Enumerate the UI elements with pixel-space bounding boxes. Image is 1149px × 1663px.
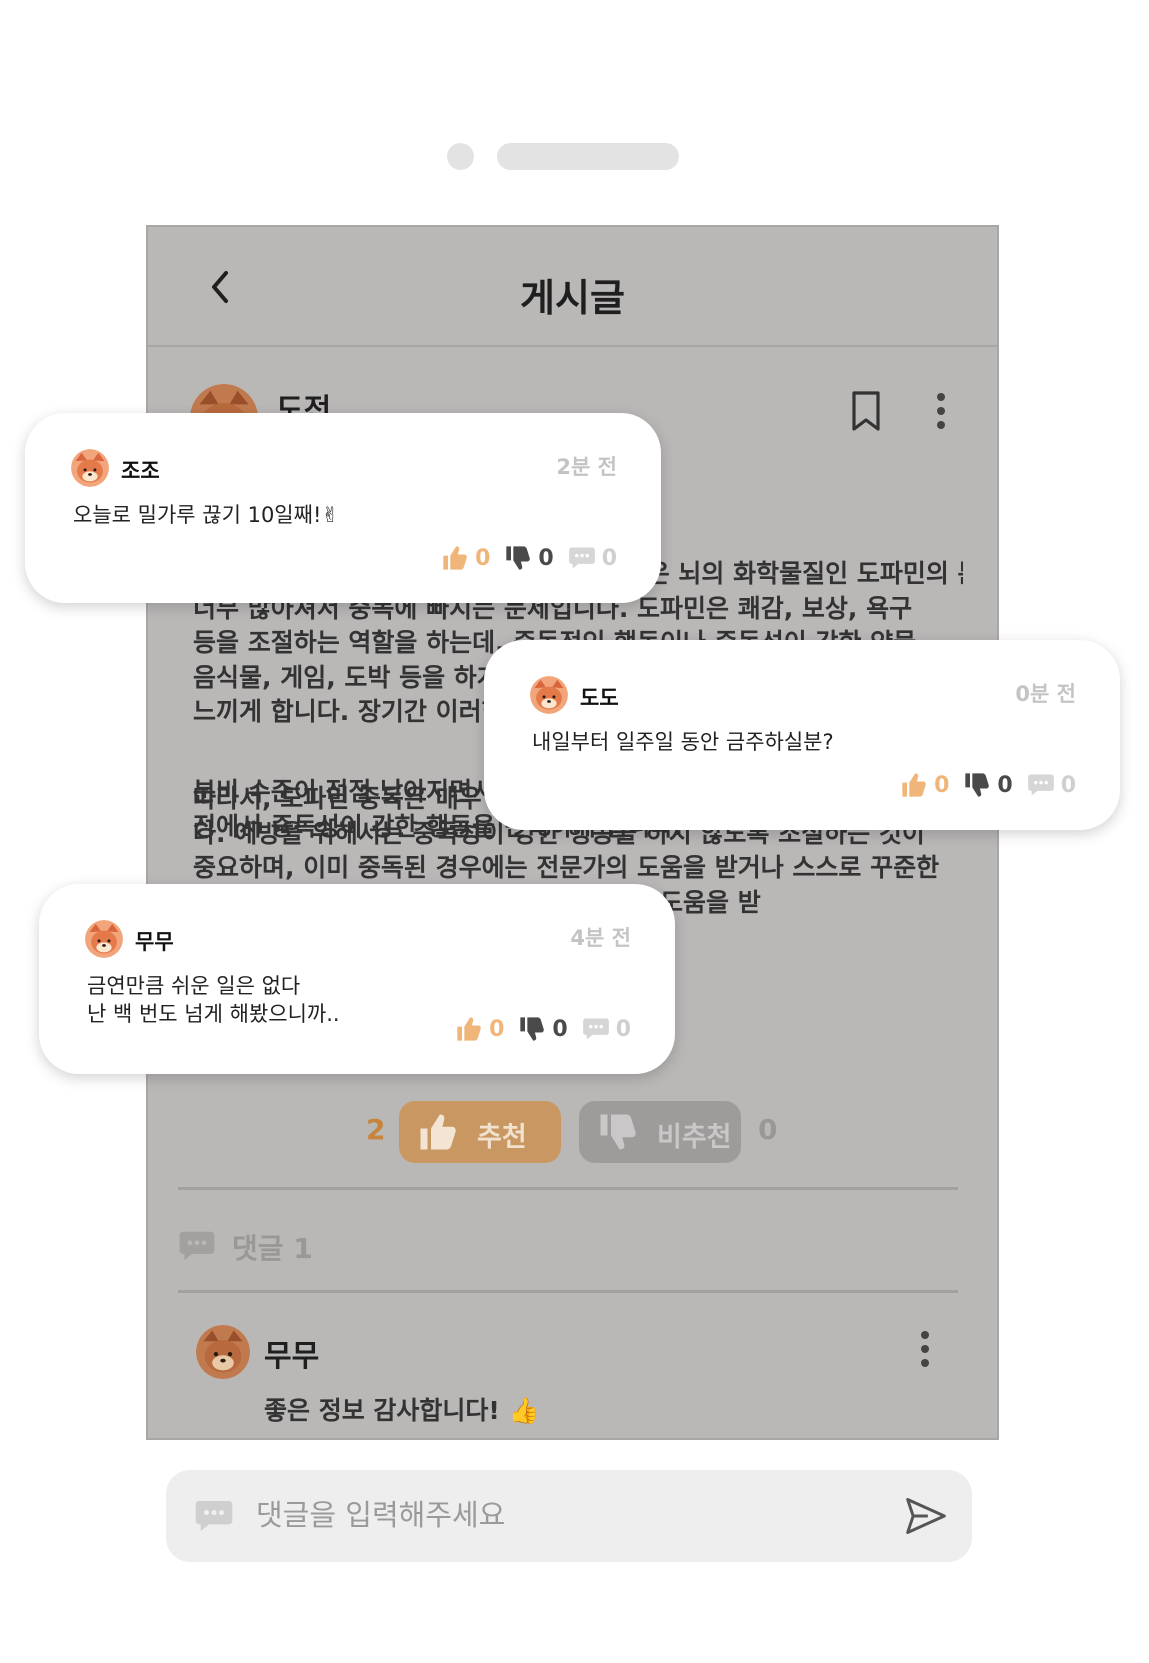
card-like-button[interactable]: 0 [455, 1015, 504, 1043]
send-icon[interactable] [904, 1494, 948, 1538]
page-title: 게시글 [520, 276, 625, 320]
card-text: 오늘로 밀가루 끊기 10일째!✌ [73, 503, 339, 527]
card-dislike-count: 0 [552, 1016, 568, 1042]
card-avatar [71, 449, 109, 487]
card-dislike-count: 0 [997, 772, 1013, 798]
thumbs-up-icon [443, 546, 467, 570]
recommend-button[interactable]: 추천 [399, 1101, 561, 1163]
card-like-button[interactable]: 0 [900, 771, 949, 799]
card-text: 금연만큼 쉬운 일은 없다 난 백 번도 넘게 해봤으니까.. [87, 974, 340, 1026]
thumbs-up-icon [902, 773, 926, 797]
card-actions: 0 0 0 [886, 770, 1076, 800]
comment-card[interactable]: 무무 4분 전 금연만큼 쉬운 일은 없다 난 백 번도 넘게 해봤으니까.. … [39, 884, 675, 1074]
thumbs-up-icon [420, 1114, 456, 1150]
card-reply-count: 0 [601, 545, 617, 571]
card-like-button[interactable]: 0 [441, 544, 490, 572]
card-reply-button[interactable]: 0 [582, 1015, 631, 1043]
like-count: 2 [366, 1113, 386, 1146]
speaker-bar [497, 143, 679, 170]
card-time: 2분 전 [556, 455, 617, 479]
commenter-avatar [196, 1325, 250, 1379]
commenter-name[interactable]: 무무 [264, 1331, 319, 1375]
top-bar: 게시글 [148, 227, 997, 347]
comment-input-bar [166, 1470, 972, 1562]
divider [178, 1187, 958, 1190]
comment-card[interactable]: 도도 0분 전 내일부터 일주일 동안 금주하실분? 0 0 0 [484, 640, 1120, 830]
body-line: 중요하며, 이미 중독된 경우에는 전문가의 도움을 받거나 스스로 꾸준한 [193, 853, 940, 882]
speech-bubble-icon [1027, 774, 1054, 796]
not-recommend-label: 비추천 [657, 1122, 732, 1153]
card-dislike-button[interactable]: 0 [504, 544, 554, 572]
card-reply-button[interactable]: 0 [568, 544, 617, 572]
card-reply-count: 0 [615, 1016, 631, 1042]
card-author[interactable]: 무무 [135, 926, 174, 956]
thumbs-down-icon [600, 1114, 636, 1150]
camera-dot [447, 143, 474, 170]
bookmark-icon[interactable] [850, 390, 882, 432]
speech-bubble-icon [195, 1501, 233, 1531]
card-avatar [530, 676, 568, 714]
speech-bubble-icon [568, 547, 595, 569]
divider [178, 1290, 958, 1293]
comment-more-icon[interactable] [920, 1331, 930, 1367]
more-options-icon[interactable] [936, 393, 946, 429]
red-panda-avatar-icon [530, 676, 568, 714]
not-recommend-button[interactable]: 비추천 [579, 1101, 741, 1163]
thumbs-down-icon [520, 1017, 545, 1041]
card-time: 4분 전 [570, 926, 631, 950]
thumbs-down-icon [506, 546, 531, 570]
dislike-count: 0 [758, 1113, 778, 1146]
card-author[interactable]: 도도 [580, 682, 619, 712]
post-screen: 게시글 도전 도파민 중독은 뇌의 화학물질인 도파민의 분비가 너무 많아져서… [146, 225, 999, 1440]
comment-input[interactable] [256, 1490, 856, 1540]
card-time: 0분 전 [1015, 682, 1076, 706]
card-actions: 0 0 0 [427, 543, 617, 573]
red-panda-avatar-icon [71, 449, 109, 487]
card-dislike-count: 0 [538, 545, 554, 571]
card-reply-count: 0 [1060, 772, 1076, 798]
speech-bubble-icon [582, 1018, 609, 1040]
recommend-label: 추천 [477, 1122, 527, 1153]
card-dislike-button[interactable]: 0 [963, 771, 1013, 799]
card-like-count: 0 [475, 545, 491, 571]
card-text: 내일부터 일주일 동안 금주하실분? [532, 730, 834, 754]
card-like-count: 0 [489, 1016, 505, 1042]
comment-card[interactable]: 조조 2분 전 오늘로 밀가루 끊기 10일째!✌ 0 0 0 [25, 413, 661, 603]
speech-bubble-icon [179, 1231, 215, 1261]
card-like-count: 0 [934, 772, 950, 798]
card-dislike-button[interactable]: 0 [518, 1015, 568, 1043]
comment-text: 좋은 정보 감사합니다! 👍 [264, 1396, 540, 1425]
card-actions: 0 0 0 [441, 1014, 631, 1044]
card-avatar [85, 920, 123, 958]
card-reply-button[interactable]: 0 [1027, 771, 1076, 799]
thumbs-up-icon [457, 1017, 481, 1041]
card-author[interactable]: 조조 [121, 455, 160, 485]
thumbs-down-icon [965, 773, 990, 797]
comment-count: 댓글 1 [232, 1232, 313, 1265]
red-panda-avatar-icon [196, 1325, 250, 1379]
red-panda-avatar-icon [85, 920, 123, 958]
